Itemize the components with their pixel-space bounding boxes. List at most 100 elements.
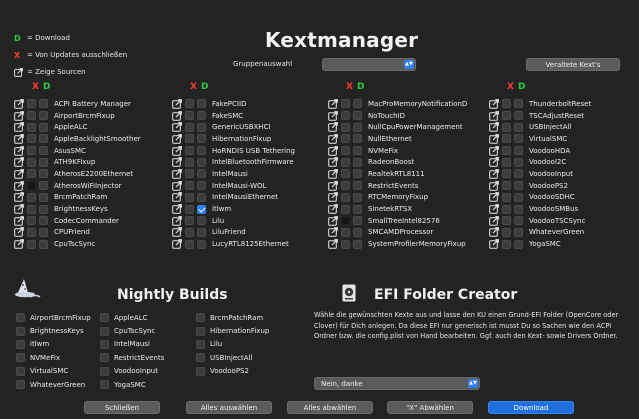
exclude-checkbox[interactable] [502, 111, 511, 121]
exclude-checkbox[interactable] [341, 227, 350, 237]
exclude-checkbox[interactable] [27, 111, 36, 121]
exclude-checkbox[interactable] [341, 192, 350, 202]
download-checkbox[interactable] [514, 99, 523, 109]
download-checkbox[interactable] [353, 111, 362, 121]
efi-type-select[interactable]: Nein, danke ▲▼ [314, 377, 480, 390]
exclude-checkbox[interactable] [341, 111, 350, 121]
exclude-checkbox[interactable] [502, 146, 511, 156]
exclude-checkbox[interactable] [185, 146, 194, 156]
download-checkbox[interactable] [353, 181, 362, 191]
edit-external-icon[interactable] [172, 204, 182, 214]
exclude-checkbox[interactable] [27, 192, 36, 202]
edit-external-icon[interactable] [14, 180, 24, 191]
deselect-x-button[interactable]: "X" Abwählen [387, 401, 473, 414]
edit-external-icon[interactable] [14, 227, 24, 238]
download-checkbox[interactable] [39, 122, 48, 132]
exclude-checkbox[interactable] [341, 99, 350, 109]
edit-external-icon[interactable] [172, 145, 182, 156]
download-checkbox[interactable] [353, 192, 362, 202]
nightly-checkbox[interactable] [16, 380, 25, 390]
exclude-checkbox[interactable] [27, 99, 36, 109]
edit-external-icon[interactable] [172, 227, 182, 238]
exclude-checkbox[interactable] [502, 181, 511, 191]
exclude-checkbox[interactable] [341, 169, 350, 179]
download-checkbox[interactable] [39, 146, 48, 156]
outdated-kexts-button[interactable]: Veraltete Kext's [526, 58, 620, 71]
exclude-checkbox[interactable] [502, 192, 511, 202]
nightly-checkbox[interactable] [100, 380, 109, 390]
edit-external-icon[interactable] [328, 98, 338, 109]
download-checkbox[interactable] [353, 122, 362, 132]
nightly-checkbox[interactable] [196, 326, 205, 336]
download-checkbox[interactable] [39, 157, 48, 167]
download-checkbox[interactable] [353, 204, 362, 214]
edit-external-icon[interactable] [489, 204, 499, 214]
download-checkbox[interactable] [353, 227, 362, 237]
nightly-checkbox[interactable] [196, 313, 205, 323]
download-checkbox[interactable] [514, 146, 523, 156]
exclude-checkbox[interactable] [341, 181, 350, 191]
exclude-checkbox[interactable] [185, 111, 194, 121]
download-checkbox[interactable] [197, 204, 206, 214]
download-checkbox[interactable] [353, 134, 362, 144]
nightly-checkbox[interactable] [196, 366, 205, 376]
exclude-checkbox[interactable] [27, 227, 36, 237]
download-checkbox[interactable] [197, 122, 206, 132]
exclude-checkbox[interactable] [502, 122, 511, 132]
download-checkbox[interactable] [514, 169, 523, 179]
exclude-checkbox[interactable] [502, 216, 511, 226]
nightly-checkbox[interactable] [100, 353, 109, 363]
edit-external-icon[interactable] [328, 192, 338, 203]
download-button[interactable]: Download [488, 401, 574, 414]
select-all-button[interactable]: Alles auswählen [186, 401, 272, 414]
edit-external-icon[interactable] [489, 157, 499, 168]
download-checkbox[interactable] [197, 99, 206, 109]
exclude-checkbox[interactable] [27, 181, 36, 191]
download-checkbox[interactable] [39, 99, 48, 109]
exclude-checkbox[interactable] [341, 134, 350, 144]
edit-external-icon[interactable] [489, 122, 499, 133]
edit-external-icon[interactable] [489, 192, 499, 203]
edit-external-icon[interactable] [172, 215, 182, 226]
nightly-checkbox[interactable] [100, 366, 109, 376]
edit-external-icon[interactable] [14, 169, 24, 179]
download-checkbox[interactable] [353, 99, 362, 109]
download-checkbox[interactable] [39, 216, 48, 226]
edit-external-icon[interactable] [14, 239, 24, 249]
edit-external-icon[interactable] [172, 122, 182, 133]
download-checkbox[interactable] [353, 169, 362, 179]
exclude-checkbox[interactable] [185, 122, 194, 132]
exclude-checkbox[interactable] [341, 157, 350, 167]
exclude-checkbox[interactable] [502, 239, 511, 249]
edit-external-icon[interactable] [489, 145, 499, 156]
download-checkbox[interactable] [39, 181, 48, 191]
exclude-checkbox[interactable] [27, 122, 36, 132]
exclude-checkbox[interactable] [27, 169, 36, 179]
exclude-checkbox[interactable] [27, 204, 36, 214]
nightly-checkbox[interactable] [100, 339, 109, 349]
nightly-checkbox[interactable] [100, 326, 109, 336]
download-checkbox[interactable] [353, 157, 362, 167]
edit-external-icon[interactable] [14, 110, 24, 121]
download-checkbox[interactable] [39, 239, 48, 249]
edit-external-icon[interactable] [328, 134, 338, 144]
exclude-checkbox[interactable] [185, 216, 194, 226]
exclude-checkbox[interactable] [502, 169, 511, 179]
group-select[interactable]: ▲▼ [322, 58, 416, 71]
download-checkbox[interactable] [197, 146, 206, 156]
download-checkbox[interactable] [197, 239, 206, 249]
edit-external-icon[interactable] [14, 157, 24, 168]
edit-external-icon[interactable] [172, 98, 182, 109]
edit-external-icon[interactable] [14, 192, 24, 203]
edit-external-icon[interactable] [14, 215, 24, 226]
edit-external-icon[interactable] [14, 134, 24, 144]
exclude-checkbox[interactable] [27, 216, 36, 226]
edit-external-icon[interactable] [328, 204, 338, 214]
download-checkbox[interactable] [39, 169, 48, 179]
edit-external-icon[interactable] [489, 227, 499, 238]
exclude-checkbox[interactable] [341, 122, 350, 132]
exclude-checkbox[interactable] [185, 99, 194, 109]
nightly-checkbox[interactable] [16, 313, 25, 323]
edit-external-icon[interactable] [14, 145, 24, 156]
edit-external-icon[interactable] [14, 122, 24, 133]
